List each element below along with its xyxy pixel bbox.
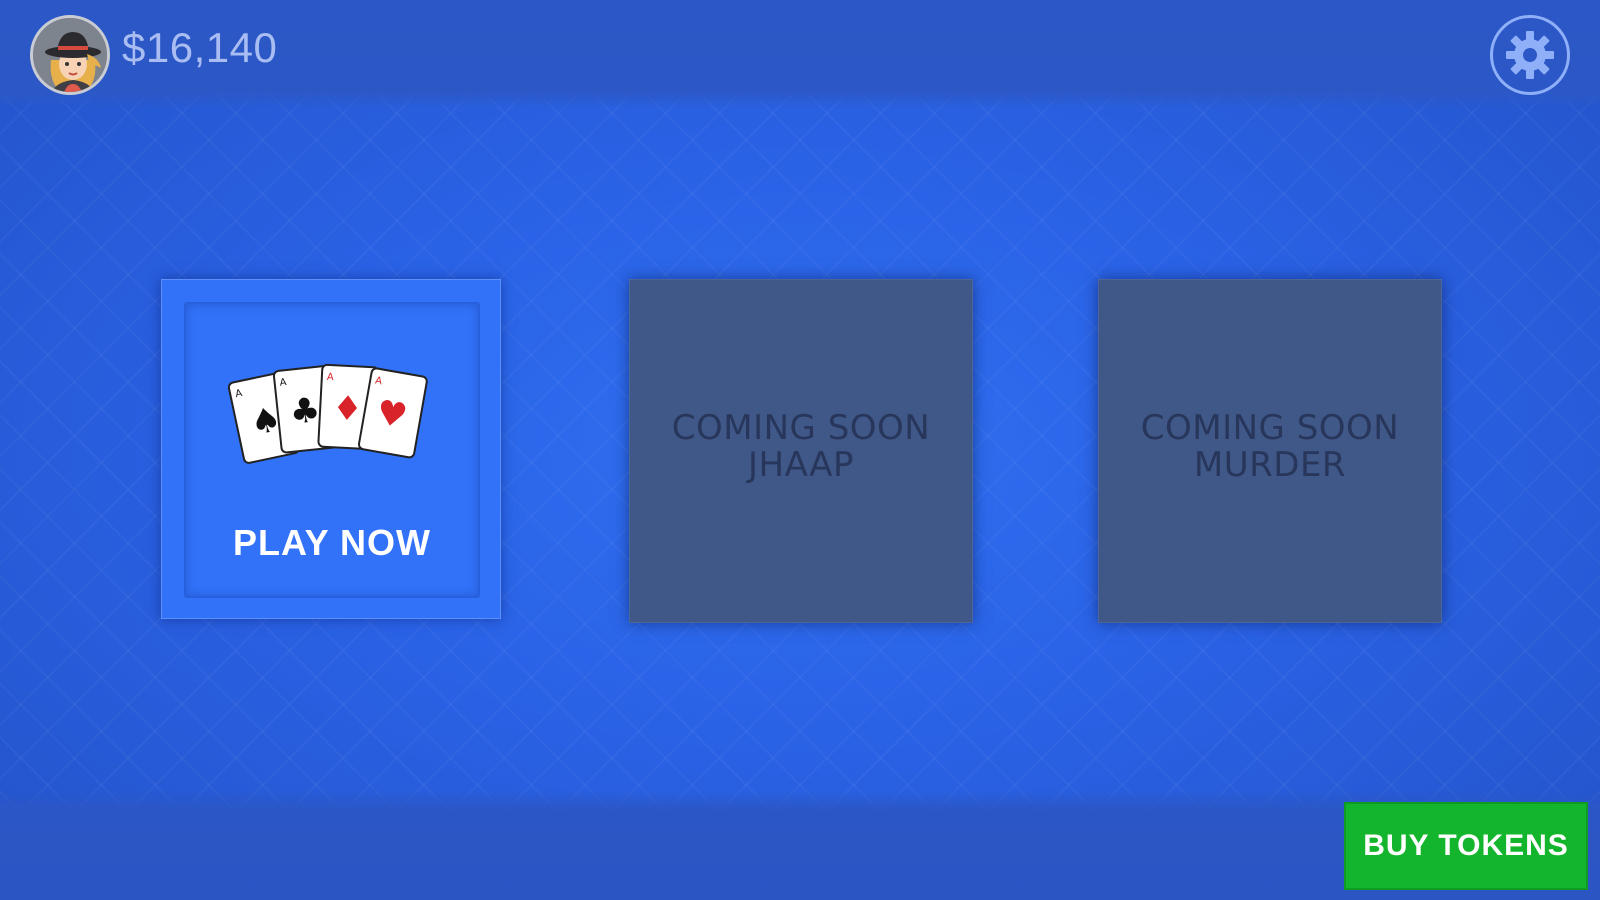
buy-tokens-button[interactable]: BUY TOKENS <box>1344 802 1588 890</box>
coming-soon-label: COMING SOON <box>671 408 931 448</box>
play-now-label: PLAY NOW <box>232 522 432 563</box>
coming-soon-murder-tile: COMING SOON MURDER <box>1098 279 1442 623</box>
murder-game-name: MURDER <box>1193 445 1347 485</box>
coming-soon-label: COMING SOON <box>1140 408 1400 448</box>
coming-soon-jhaap-text: COMING SOON JHAAP <box>630 410 972 484</box>
club-suit: ♣ <box>288 390 322 433</box>
playing-cards-icon: A ♠ A ♣ A ♦ A ♥ <box>228 363 428 464</box>
play-now-tile[interactable]: A ♠ A ♣ A ♦ A ♥ PLAY NOW <box>161 279 501 619</box>
card-rank-club: A <box>279 377 287 389</box>
coming-soon-murder-text: COMING SOON MURDER <box>1099 410 1441 484</box>
settings-button[interactable] <box>1490 15 1570 95</box>
card-rank-diamond: A <box>327 372 335 383</box>
player-avatar[interactable] <box>30 15 110 95</box>
jhaap-game-name: JHAAP <box>747 445 855 485</box>
diamond-suit: ♦ <box>331 388 364 430</box>
balance-amount: $16,140 <box>122 24 278 71</box>
gear-icon <box>1506 31 1554 79</box>
coming-soon-jhaap-tile: COMING SOON JHAAP <box>629 279 973 623</box>
